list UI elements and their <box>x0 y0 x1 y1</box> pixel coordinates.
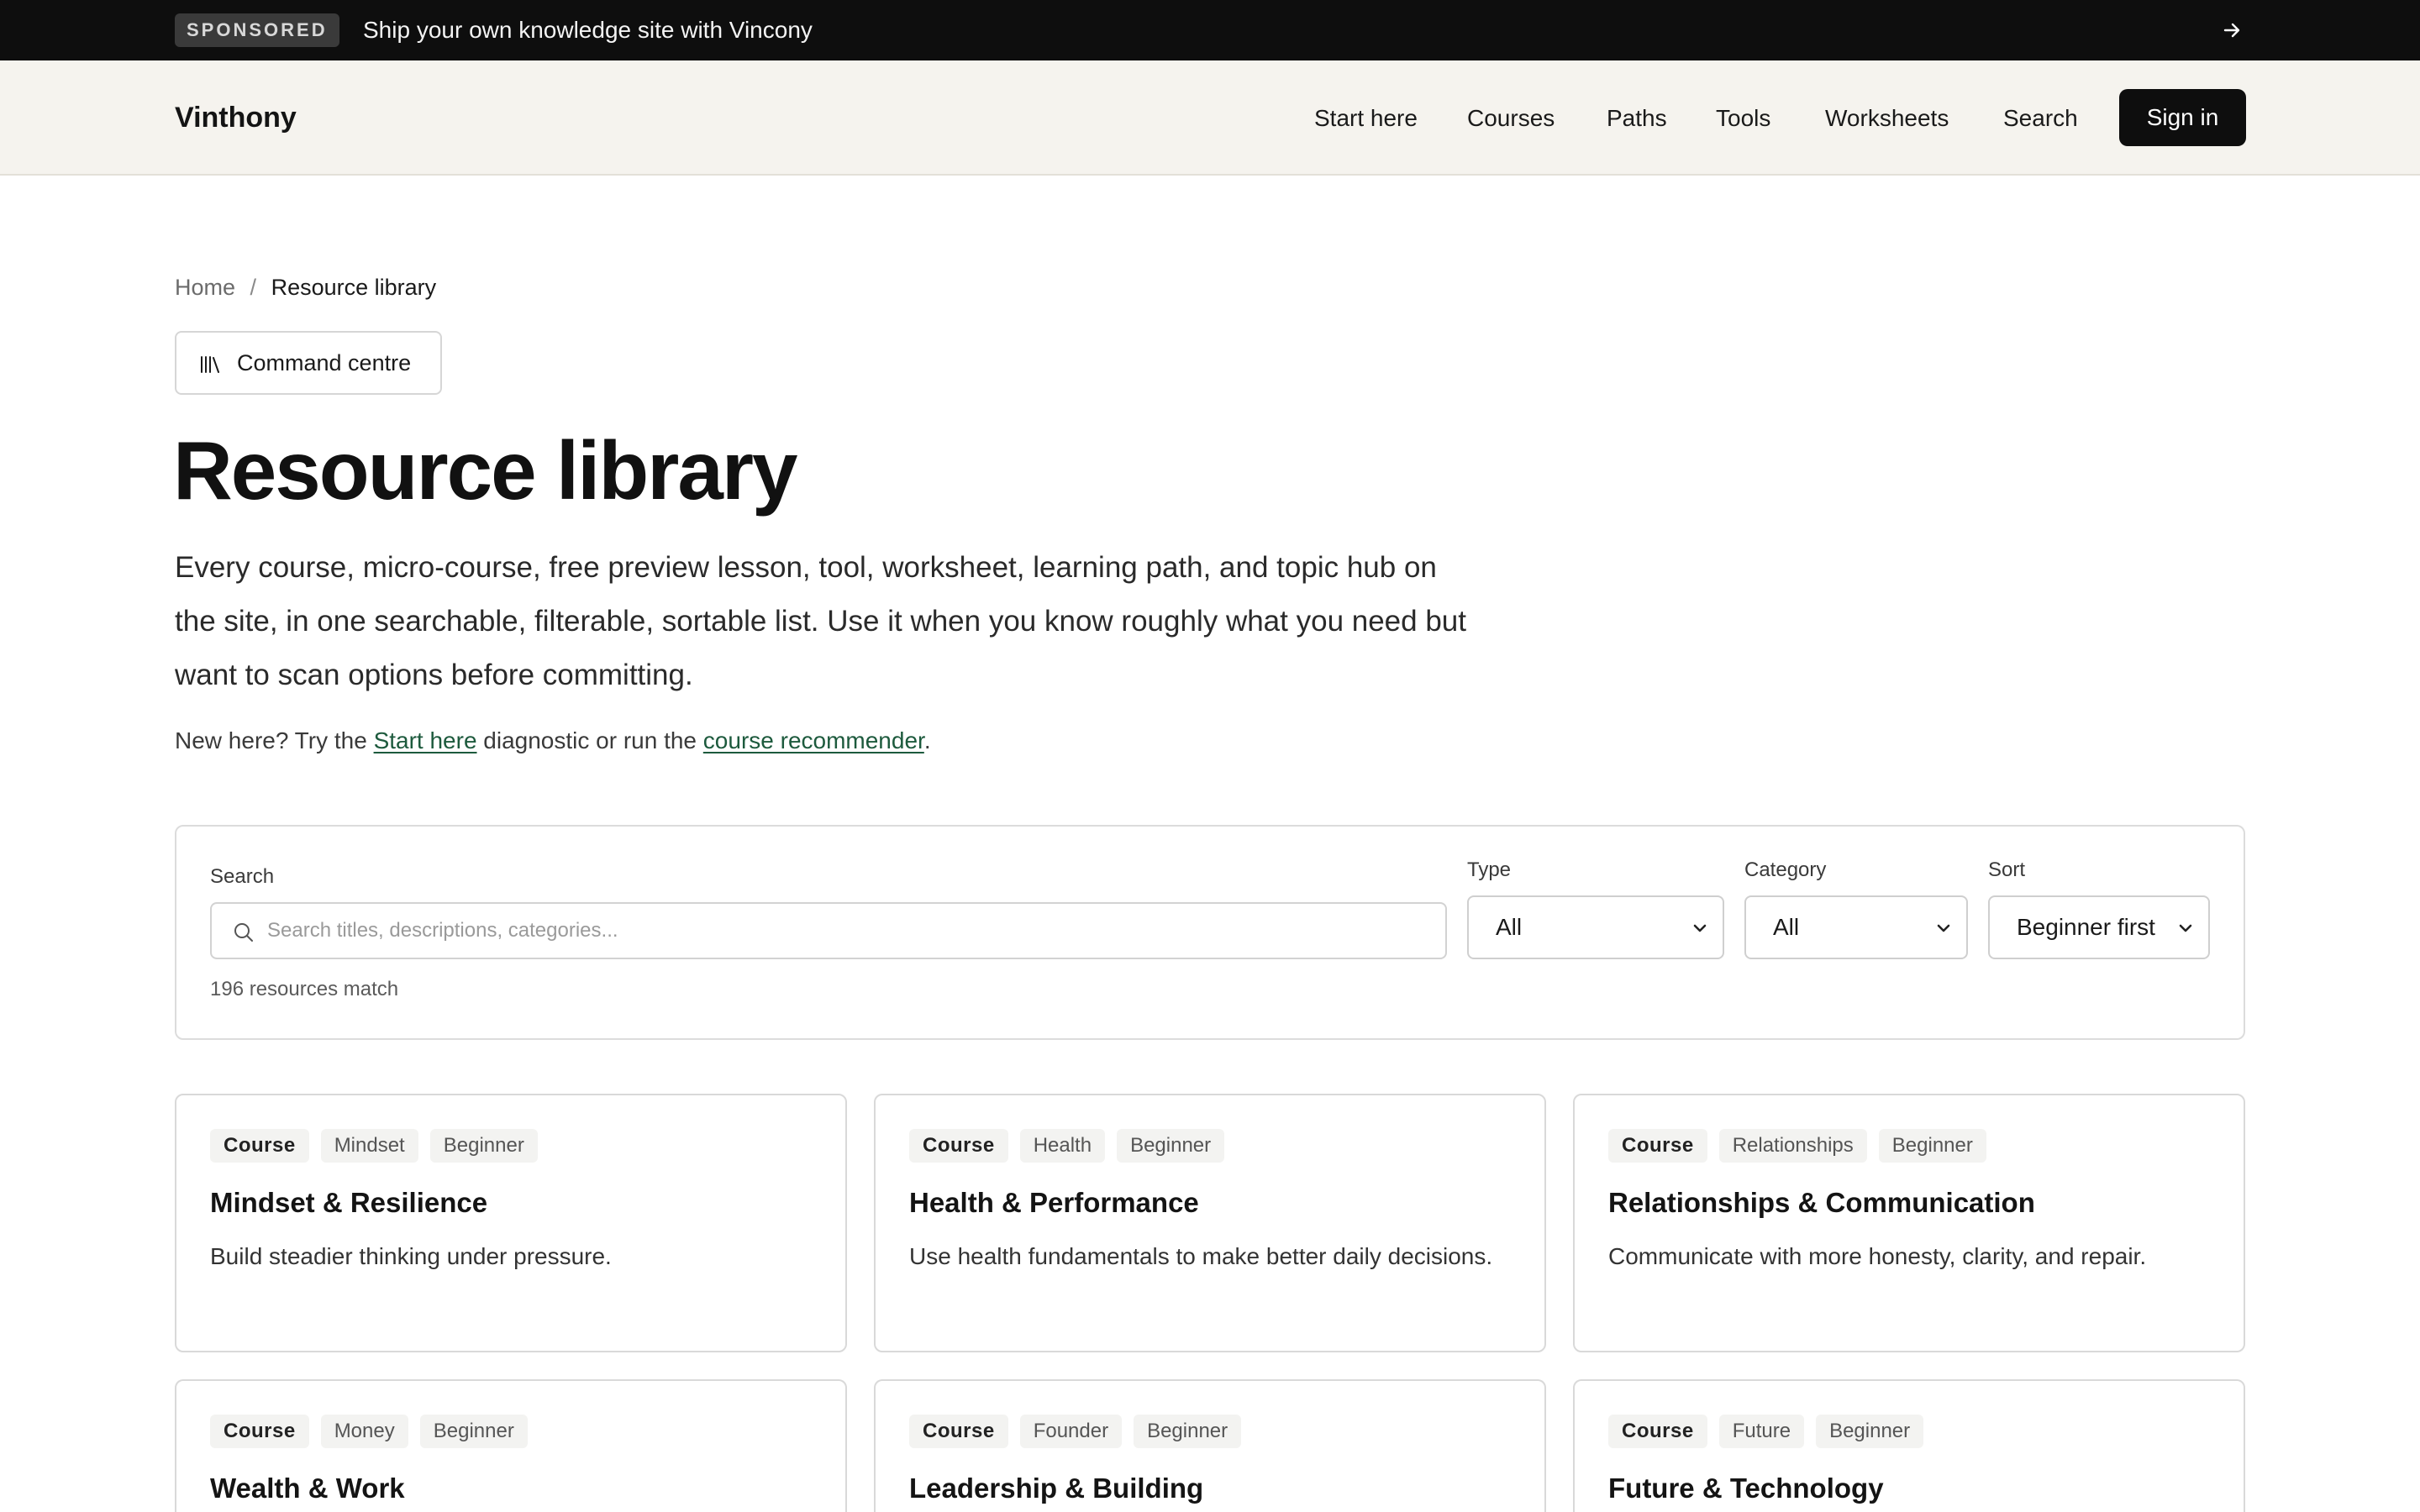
resource-card[interactable]: Course Mindset Beginner Mindset & Resili… <box>175 1094 847 1352</box>
search-input[interactable] <box>267 904 1427 958</box>
level-tag: Beginner <box>1816 1415 1924 1448</box>
breadcrumb: Home / Resource library <box>175 270 436 304</box>
chevron-down-icon <box>2179 924 2192 932</box>
site-header: Vinthony Start here Courses Paths Tools … <box>0 60 2420 176</box>
search-box[interactable] <box>210 902 1447 959</box>
type-select-value: All <box>1496 914 1523 940</box>
level-tag: Beginner <box>1117 1129 1225 1163</box>
card-tags: Course Health Beginner <box>909 1129 1225 1163</box>
sign-in-button[interactable]: Sign in <box>2119 89 2246 146</box>
level-tag: Beginner <box>429 1129 538 1163</box>
category-label: Category <box>1744 858 1827 881</box>
level-tag: Beginner <box>1878 1129 1986 1163</box>
breadcrumb-current: Resource library <box>271 275 437 300</box>
resource-card[interactable]: Course Health Beginner Health & Performa… <box>874 1094 1546 1352</box>
sort-select[interactable]: Beginner first <box>1988 895 2210 959</box>
sponsor-bar[interactable]: SPONSORED Ship your own knowledge site w… <box>0 0 2420 60</box>
category-tag: Founder <box>1019 1415 1123 1448</box>
results-count: 196 resources match <box>210 978 399 1000</box>
type-select[interactable]: All <box>1467 895 1724 959</box>
card-description: Build steadier thinking under pressure. <box>210 1243 612 1269</box>
type-tag: Course <box>1608 1129 1707 1163</box>
new-here-middle: diagnostic or run the <box>476 727 703 753</box>
nav-paths[interactable]: Paths <box>1607 60 1667 176</box>
category-select-value: All <box>1773 914 1800 940</box>
sort-label: Sort <box>1988 858 2026 881</box>
type-tag: Course <box>1608 1415 1707 1448</box>
new-here-prefix: New here? Try the <box>175 727 374 753</box>
page-intro: Every course, micro-course, free preview… <box>175 551 1466 691</box>
category-tag: Mindset <box>320 1129 418 1163</box>
type-label: Type <box>1467 858 1512 881</box>
card-title[interactable]: Wealth & Work <box>210 1468 405 1509</box>
chevron-down-icon <box>1693 924 1707 932</box>
level-tag: Beginner <box>419 1415 528 1448</box>
resource-card[interactable]: Course Future Beginner Future & Technolo… <box>1573 1379 2245 1512</box>
resource-card[interactable]: Course Founder Beginner Leadership & Bui… <box>874 1379 1546 1512</box>
category-tag: Money <box>320 1415 408 1448</box>
breadcrumb-separator: / <box>250 275 257 300</box>
page-title: Resource library <box>173 424 797 517</box>
type-tag: Course <box>210 1129 309 1163</box>
card-tags: Course Relationships Beginner <box>1608 1129 1986 1163</box>
brand-logo[interactable]: Vinthony <box>175 60 297 176</box>
nav-worksheets[interactable]: Worksheets <box>1825 60 1949 176</box>
command-centre-button[interactable]: Command centre <box>175 331 442 395</box>
command-centre-label: Command centre <box>237 350 412 375</box>
category-select[interactable]: All <box>1744 895 1968 959</box>
nav-search[interactable]: Search <box>2003 60 2078 176</box>
card-tags: Course Mindset Beginner <box>210 1129 538 1163</box>
new-here-text: New here? Try the Start here diagnostic … <box>175 724 931 758</box>
search-label: Search <box>210 865 275 888</box>
card-description: Use health fundamentals to make better d… <box>909 1243 1493 1269</box>
level-tag: Beginner <box>1134 1415 1242 1448</box>
type-tag: Course <box>909 1129 1008 1163</box>
category-tag: Future <box>1718 1415 1805 1448</box>
sort-select-value: Beginner first <box>2017 914 2155 940</box>
search-icon <box>234 923 253 942</box>
type-tag: Course <box>909 1415 1008 1448</box>
resource-card[interactable]: Course Relationships Beginner Relationsh… <box>1573 1094 2245 1352</box>
card-description: Communicate with more honesty, clarity, … <box>1608 1243 2147 1269</box>
card-tags: Course Money Beginner <box>210 1415 528 1448</box>
category-tag: Health <box>1019 1129 1106 1163</box>
breadcrumb-home[interactable]: Home <box>175 275 235 300</box>
resource-card[interactable]: Course Money Beginner Wealth & Work <box>175 1379 847 1512</box>
sponsored-badge: SPONSORED <box>175 13 339 47</box>
arrow-right-icon[interactable] <box>2215 17 2249 44</box>
new-here-suffix: . <box>923 727 931 753</box>
sponsor-link-text[interactable]: Ship your own knowledge site with Vincon… <box>363 0 813 60</box>
nav-tools[interactable]: Tools <box>1716 60 1770 176</box>
nav-start-here[interactable]: Start here <box>1314 60 1418 176</box>
type-tag: Course <box>210 1415 309 1448</box>
chevron-down-icon <box>1937 924 1950 932</box>
category-tag: Relationships <box>1718 1129 1867 1163</box>
nav-courses[interactable]: Courses <box>1467 60 1555 176</box>
library-icon <box>201 356 219 373</box>
card-title[interactable]: Future & Technology <box>1608 1468 1884 1509</box>
filter-panel: Search Type All Category All Sort Beginn… <box>175 825 2245 1040</box>
card-title[interactable]: Leadership & Building <box>909 1468 1203 1509</box>
start-here-link[interactable]: Start here <box>374 727 477 753</box>
card-tags: Course Founder Beginner <box>909 1415 1242 1448</box>
course-recommender-link[interactable]: course recommender <box>703 727 924 753</box>
card-title[interactable]: Relationships & Communication <box>1608 1183 2035 1223</box>
card-tags: Course Future Beginner <box>1608 1415 1924 1448</box>
card-title[interactable]: Mindset & Resilience <box>210 1183 487 1223</box>
card-title[interactable]: Health & Performance <box>909 1183 1199 1223</box>
